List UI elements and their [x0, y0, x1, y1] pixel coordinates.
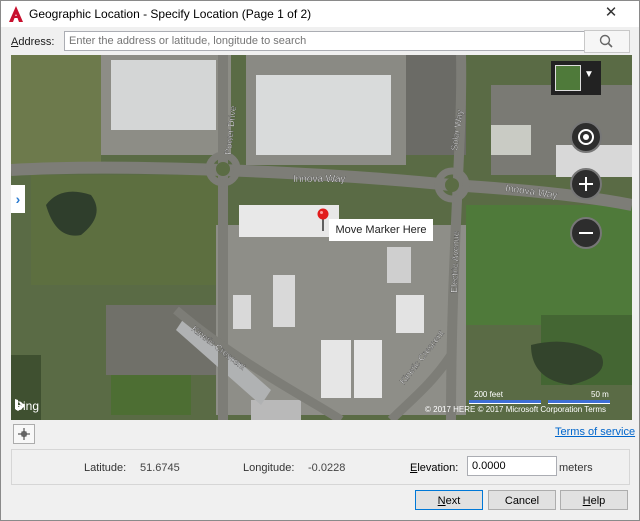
help-mnemonic: H [582, 495, 591, 507]
address-label: Address: [11, 36, 54, 48]
latitude-value: 51.6745 [140, 462, 180, 474]
longitude-label: Longitude: [243, 462, 295, 474]
scale-metric-label: 50 m [591, 390, 609, 399]
map-view[interactable]: Power Drive Innova Way Innova Way Solar … [11, 55, 632, 420]
help-button[interactable]: Help [560, 490, 628, 510]
map-type-icon [555, 65, 581, 91]
coordinates-panel: Latitude: 51.6745 Longitude: -0.0228 Ele… [11, 449, 630, 485]
scale-imperial-label: 200 feet [474, 390, 503, 399]
street-label: Innova Way [293, 174, 345, 185]
zoom-out-button[interactable] [570, 217, 602, 249]
elevation-input[interactable] [467, 456, 557, 476]
search-icon [599, 34, 613, 48]
zoom-in-icon [579, 177, 593, 191]
title-bar: Geographic Location - Specify Location (… [1, 1, 639, 27]
geographic-location-dialog: Geographic Location - Specify Location (… [0, 0, 640, 521]
locate-button[interactable] [570, 121, 602, 153]
address-search-input[interactable] [64, 31, 586, 51]
scale-bar-imperial [469, 400, 541, 404]
zoom-out-icon [579, 232, 593, 234]
crosshair-icon [18, 428, 30, 440]
close-icon: ✕ [604, 4, 618, 21]
window-title: Geographic Location - Specify Location (… [29, 7, 312, 21]
close-button[interactable]: ✕ [593, 2, 629, 24]
side-panel-toggle[interactable]: › [11, 185, 25, 213]
locate-icon [578, 129, 594, 145]
longitude-value: -0.0228 [308, 462, 346, 474]
chevron-down-icon: ▼ [584, 69, 594, 80]
bing-logo: Bing [15, 399, 39, 413]
chevron-right-icon: › [15, 191, 21, 207]
latitude-label: Latitude: [84, 462, 127, 474]
address-row: Address: [1, 27, 639, 55]
bing-icon [15, 399, 24, 411]
elevation-unit: meters [559, 462, 593, 474]
move-marker-tooltip[interactable]: Move Marker Here [329, 219, 433, 241]
next-button[interactable]: Next [415, 490, 483, 510]
cancel-button[interactable]: Cancel [488, 490, 556, 510]
autocad-logo-icon [9, 6, 23, 22]
elevation-label: Elevation: [410, 462, 458, 474]
address-label-rest: ddress: [18, 36, 55, 48]
zoom-in-button[interactable] [570, 168, 602, 200]
next-mnemonic: N [437, 495, 446, 507]
map-copyright: © 2017 HERE © 2017 Microsoft Corporation… [425, 405, 607, 414]
elevation-label-rest: levation: [417, 462, 459, 474]
search-button[interactable] [584, 30, 630, 53]
help-label-rest: elp [590, 495, 606, 507]
terms-of-service-link[interactable]: Terms of service [555, 426, 635, 438]
pick-point-button[interactable] [13, 424, 35, 444]
aerial-map-image: Power Drive Innova Way Innova Way Solar … [11, 55, 632, 420]
next-label-rest: ext [445, 495, 461, 507]
map-type-button[interactable]: ▼ [551, 61, 601, 95]
scale-bar-metric [548, 400, 610, 404]
